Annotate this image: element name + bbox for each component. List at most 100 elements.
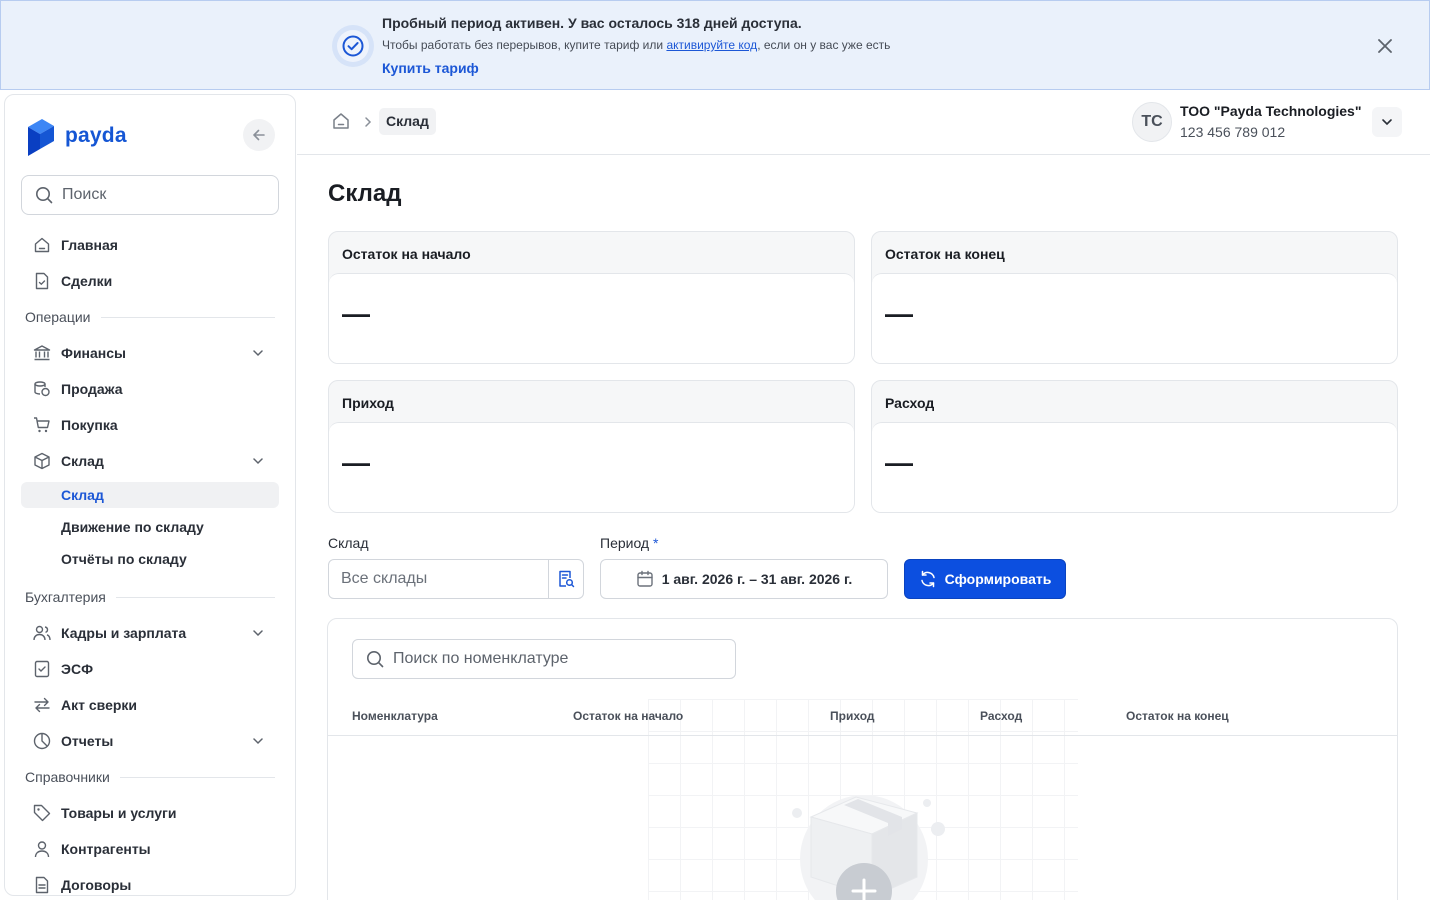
sidebar-item-label: Отчеты [61,733,114,749]
users-icon [33,625,51,641]
sidebar-item-reconciliation[interactable]: Акт сверки [21,691,279,719]
column-header[interactable]: Остаток на начало [573,709,683,723]
warehouse-lookup-button[interactable] [548,560,583,598]
column-header[interactable]: Приход [830,709,875,723]
sidebar-item-hr[interactable]: Кадры и зарплата [21,619,279,647]
sidebar-item-label: Финансы [61,345,126,361]
column-header[interactable]: Остаток на конец [1126,709,1229,723]
search-icon [367,651,384,668]
top-bar: Склад TC ТОО "Payda Technologies" 123 45… [297,94,1430,155]
check-badge-icon [332,25,374,67]
sidebar-subitem-warehouse-movement[interactable]: Движение по складу [21,514,279,540]
nomenclature-search-input[interactable] [393,650,713,668]
card-expense: Расход — [871,380,1398,513]
card-value: — [885,447,913,478]
coins-icon [34,381,50,397]
sidebar-item-label: Сделки [61,273,113,289]
sidebar-item-contracts[interactable]: Договоры [21,871,279,895]
card-label: Приход [342,395,394,411]
company-name[interactable]: ТОО "Payda Technologies" [1180,103,1361,119]
sidebar-item-contractors[interactable]: Контрагенты [21,835,279,863]
banner-text-after: , если он у вас уже есть [757,38,891,52]
collapse-sidebar-button[interactable] [243,119,275,151]
sidebar-item-reports[interactable]: Отчеты [21,727,279,755]
sidebar-item-label: Продажа [61,381,123,397]
chevron-down-icon [253,350,263,357]
period-value: 1 авг. 2026 г. – 31 авг. 2026 г. [661,571,853,587]
box-icon [34,452,50,470]
invoice-check-icon [34,660,50,678]
arrow-left-icon [253,129,265,141]
card-end-balance: Остаток на конец — [871,231,1398,364]
close-icon[interactable] [1375,36,1395,56]
card-income: Приход — [328,380,855,513]
table-header-divider [328,735,1397,736]
chevron-down-icon [253,458,263,465]
sidebar-item-goods[interactable]: Товары и услуги [21,799,279,827]
stock-table: Номенклатура Остаток на начало Приход Ра… [327,618,1398,900]
calendar-icon [636,570,653,587]
home-icon [34,237,50,253]
sidebar-item-warehouse[interactable]: Склад [21,447,279,475]
payda-logo-icon [28,119,54,156]
section-accounting: Бухгалтерия [25,589,275,605]
sidebar-item-purchase[interactable]: Покупка [21,411,279,439]
sidebar-subitem-warehouse-reports[interactable]: Отчёты по складу [21,546,279,572]
sidebar-item-home[interactable]: Главная [21,231,279,259]
company-switcher-button[interactable] [1372,107,1402,137]
card-value: — [342,298,370,329]
sidebar-item-label: Покупка [61,417,118,433]
search-icon [36,187,53,204]
sidebar-item-label: Акт сверки [61,697,138,713]
sidebar-item-sales[interactable]: Продажа [21,375,279,403]
user-icon [34,841,50,858]
card-start-balance: Остаток на начало — [328,231,855,364]
arrows-swap-icon [34,697,50,713]
sidebar-item-deals[interactable]: Сделки [21,267,279,295]
sidebar-item-esf[interactable]: ЭСФ [21,655,279,683]
warehouse-input[interactable] [329,560,548,598]
breadcrumb-home-icon[interactable] [331,111,351,136]
pie-chart-icon [33,732,51,750]
nomenclature-search[interactable] [352,639,736,679]
column-header[interactable]: Номенклатура [352,709,438,723]
period-picker[interactable]: 1 авг. 2026 г. – 31 авг. 2026 г. [600,559,888,599]
empty-box-illustration [792,795,945,900]
sidebar-item-label: Главная [61,237,118,253]
sidebar-item-label: Договоры [61,877,132,893]
sidebar-item-label: Склад [61,453,104,469]
sidebar-item-label: Товары и услуги [61,805,177,821]
chevron-right-icon [363,115,373,133]
column-header[interactable]: Расход [980,709,1022,723]
card-value: — [342,447,370,478]
card-value: — [885,298,913,329]
sidebar-item-finance[interactable]: Финансы [21,339,279,367]
sidebar-subitem-warehouse[interactable]: Склад [21,482,279,508]
period-field-label: Период * [600,535,658,551]
activate-code-link[interactable]: активируйте код [666,38,757,52]
card-label: Остаток на конец [885,246,1005,262]
breadcrumb-current: Склад [379,108,436,135]
buy-plan-link[interactable]: Купить тариф [382,60,479,76]
section-label: Бухгалтерия [25,589,106,605]
generate-button[interactable]: Сформировать [904,559,1066,599]
warehouse-select[interactable] [328,559,584,599]
avatar[interactable]: TC [1132,102,1172,142]
document-check-icon [35,272,49,290]
section-references: Справочники [25,769,275,785]
sidebar-item-label: Контрагенты [61,841,151,857]
sidebar-search-input[interactable] [62,186,262,204]
period-label-text: Период [600,535,650,551]
sidebar-search[interactable] [21,175,279,215]
required-mark: * [653,535,659,551]
company-id: 123 456 789 012 [1180,124,1286,140]
sidebar-item-label: Кадры и зарплата [61,625,187,641]
warehouse-field-label: Склад [328,535,369,551]
document-icon [35,876,49,894]
banner-title: Пробный период активен. У вас осталось 3… [382,15,802,31]
logo[interactable]: payda [25,115,127,157]
card-label: Расход [885,395,935,411]
section-label: Справочники [25,769,110,785]
banner-text: Чтобы работать без перерывов, купите тар… [382,38,890,52]
card-label: Остаток на начало [342,246,471,262]
